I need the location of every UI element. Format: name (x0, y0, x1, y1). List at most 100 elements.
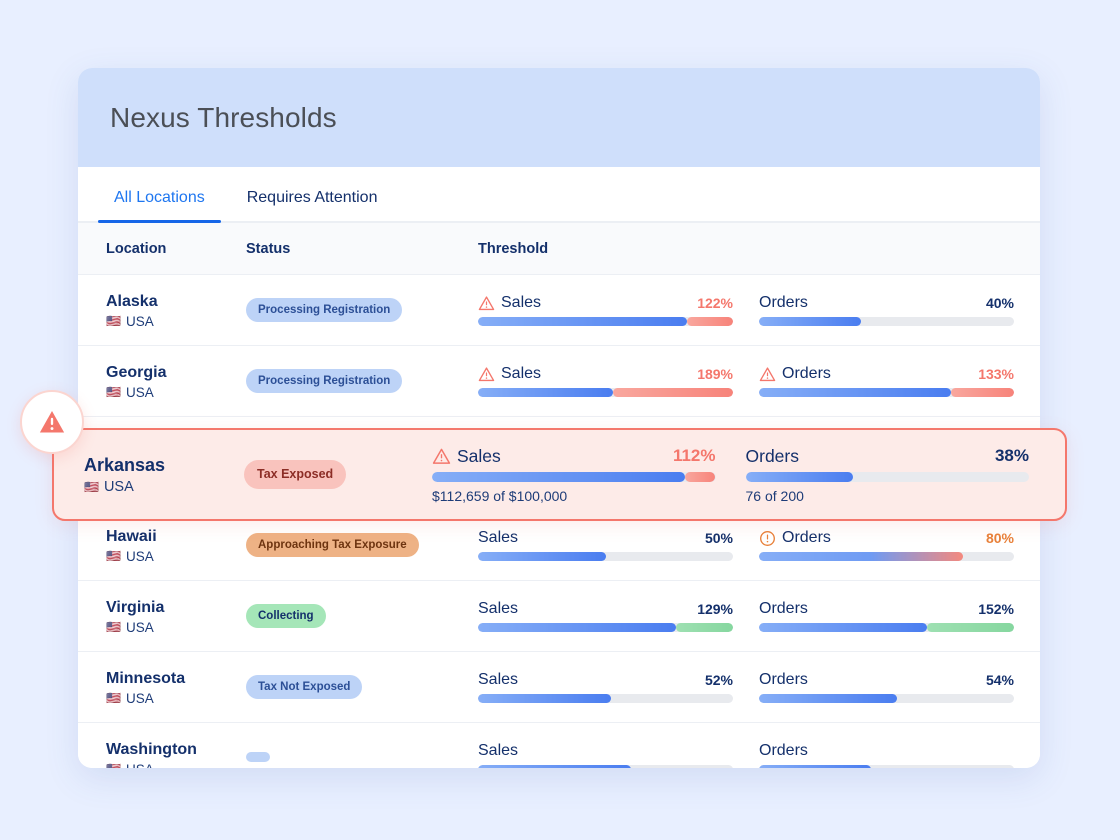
location-cell: Arkansas 🇺🇸 USA (54, 454, 244, 495)
table-row-highlighted[interactable]: Arkansas 🇺🇸 USA Tax Exposed Sales 112% $112,65… (52, 428, 1067, 521)
progress-bar (432, 471, 716, 482)
bar-fill (478, 694, 611, 703)
status-badge[interactable]: Tax Not Exposed (246, 674, 363, 700)
table-header-row: Location Status Threshold (78, 223, 1040, 275)
metric-percent: 40% (985, 295, 1014, 311)
metric-subtext: 76 of 200 (745, 487, 804, 504)
status-badge[interactable]: Processing Registration (246, 297, 403, 323)
metric-label-text: Orders (759, 742, 808, 759)
metric-subtext: $112,659 of $100,000 (432, 487, 568, 504)
location-country: 🇺🇸 USA (84, 479, 244, 495)
status-badge[interactable]: Tax Exposed (244, 460, 347, 489)
metric-percent: 38% (994, 446, 1029, 465)
metric-header: Orders 38% (746, 446, 1030, 467)
location-name: Minnesota (106, 669, 186, 687)
metric-label-text: Sales (457, 445, 501, 466)
metric-label-text: Orders (759, 600, 808, 617)
tab-all-locations[interactable]: All Locations (98, 189, 221, 223)
location-cell: Virginia 🇺🇸 USA (78, 598, 246, 635)
status-cell: Tax Exposed (244, 460, 432, 489)
bar-overflow (926, 623, 1014, 632)
location-name: Hawaii (106, 527, 157, 545)
metric-label-text: Sales (501, 365, 542, 382)
metric-label-text: Sales (478, 600, 519, 617)
location-name: Alaska (106, 292, 158, 310)
bar-overflow (675, 623, 733, 632)
progress-bar (478, 552, 733, 561)
metric-label-text: Sales (478, 529, 519, 546)
location-name: Virginia (106, 598, 165, 616)
alert-bubble[interactable] (20, 390, 84, 454)
country-label: USA (125, 548, 154, 564)
status-badge[interactable]: Approaching Tax Exposure (246, 532, 419, 558)
metric-label-text: Orders (782, 529, 831, 546)
bar-overflow (950, 388, 1014, 397)
threshold-cell: Sales 122% Orders 40% (478, 294, 1040, 326)
progress-bar (759, 388, 1014, 397)
column-header-threshold: Threshold (478, 240, 549, 257)
metric-percent: 52% (704, 672, 733, 688)
status-badge[interactable]: Processing Registration (246, 368, 403, 394)
threshold-cell: Sales 129% Orders 152% (478, 600, 1040, 632)
metric-label: Sales (478, 529, 518, 547)
metric-label: Orders (759, 742, 808, 760)
bar-fill (478, 623, 676, 632)
nexus-thresholds-card: Nexus Thresholds All Locations Requires … (78, 68, 1040, 768)
threshold-metric: Orders 152% (759, 600, 1014, 632)
tab-bar: All Locations Requires Attention (78, 167, 1040, 223)
threshold-table-body: Alaska 🇺🇸 USA Processing Registration Sales 1… (78, 275, 1040, 768)
threshold-metric: Sales 50% (478, 529, 733, 561)
table-row[interactable]: Washington 🇺🇸 USA Sales Orders (78, 723, 1040, 768)
table-row[interactable]: Georgia 🇺🇸 USA Processing Registration Sales… (78, 346, 1040, 417)
bar-fill (478, 552, 606, 561)
warning-triangle-icon (759, 366, 776, 381)
metric-label: Orders (759, 365, 831, 383)
metric-percent: 152% (978, 601, 1014, 617)
table-row[interactable]: Alaska 🇺🇸 USA Processing Registration Sales 1… (78, 275, 1040, 346)
metric-label: Sales (478, 600, 518, 618)
progress-bar (478, 623, 733, 632)
metric-percent: 80% (985, 530, 1014, 546)
metric-label-text: Sales (501, 294, 542, 311)
threshold-metric: Orders 80% (759, 529, 1014, 561)
location-country: 🇺🇸 USA (106, 385, 246, 400)
table-row[interactable]: Minnesota 🇺🇸 USA Tax Not Exposed Sales 52% Ord… (78, 652, 1040, 723)
metric-header: Sales 189% (478, 365, 733, 383)
alert-circle-icon (760, 530, 775, 546)
threshold-cell: Sales 189% Orders 133% (478, 365, 1040, 397)
metric-label-text: Sales (478, 671, 519, 688)
threshold-metric: Sales (478, 742, 733, 768)
metric-percent: 189% (697, 366, 733, 382)
flag-icon-usa: 🇺🇸 (106, 691, 121, 705)
warning-triangle-icon (39, 411, 65, 433)
metric-label: Sales (478, 365, 541, 383)
location-country: 🇺🇸 USA (106, 314, 246, 329)
status-badge[interactable]: Collecting (246, 603, 326, 629)
status-badge[interactable] (246, 752, 270, 762)
status-cell: Processing Registration (246, 368, 478, 394)
country-label: USA (125, 313, 154, 329)
bar-fill (759, 552, 963, 561)
bar-overflow (685, 471, 716, 482)
progress-bar (759, 623, 1014, 632)
location-cell: Georgia 🇺🇸 USA (78, 363, 246, 400)
metric-percent: 129% (697, 601, 733, 617)
progress-bar (759, 552, 1014, 561)
location-cell: Alaska 🇺🇸 USA (78, 292, 246, 329)
metric-label: Orders (759, 671, 808, 689)
metric-percent: 54% (985, 672, 1014, 688)
bar-fill (478, 317, 688, 326)
threshold-metric: Sales 129% (478, 600, 733, 632)
metric-label: Sales (478, 671, 518, 689)
tab-requires-attention[interactable]: Requires Attention (239, 189, 386, 221)
warning-triangle-icon (478, 366, 495, 381)
column-header-location: Location (106, 240, 167, 257)
threshold-metric: Orders 40% (759, 294, 1014, 326)
threshold-metric: Sales 122% (478, 294, 733, 326)
metric-label: Sales (478, 294, 541, 312)
bar-fill (478, 765, 631, 768)
country-label: USA (125, 619, 154, 635)
metric-label: Orders (759, 600, 808, 618)
table-row[interactable]: Virginia 🇺🇸 USA Collecting Sales 129% Orders 15… (78, 581, 1040, 652)
metric-percent: 112% (672, 446, 716, 465)
